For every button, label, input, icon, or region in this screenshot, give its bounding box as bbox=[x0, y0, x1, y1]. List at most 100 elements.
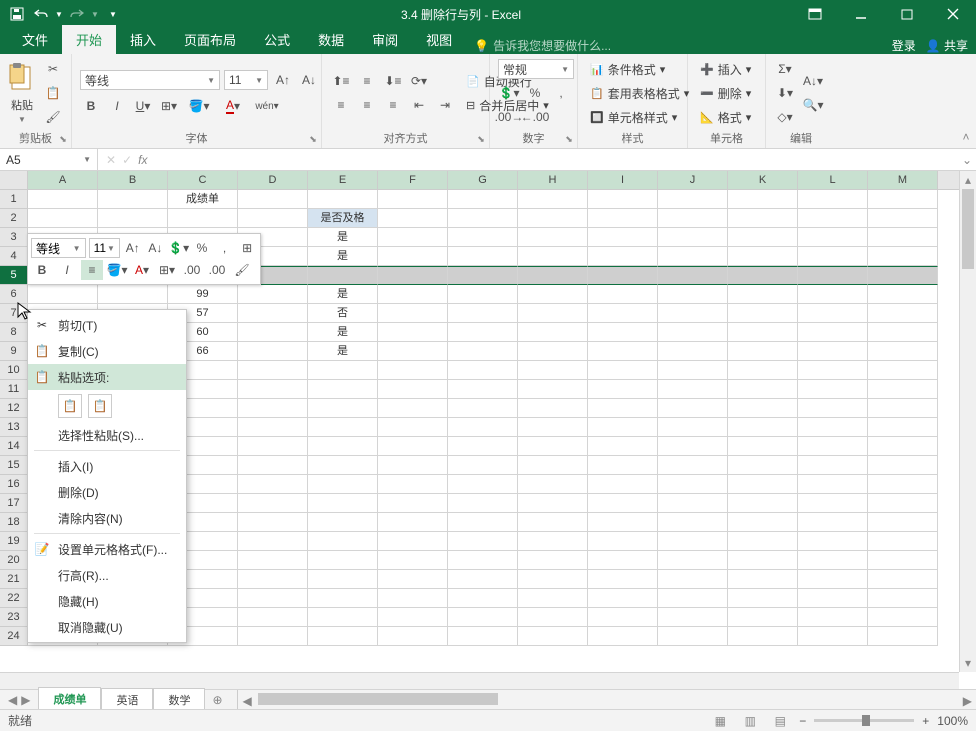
conditional-format-button[interactable]: 📊条件格式▾ bbox=[586, 59, 693, 79]
italic-icon[interactable]: I bbox=[106, 96, 128, 116]
font-name-combo[interactable]: 等线▼ bbox=[80, 70, 220, 90]
cell[interactable] bbox=[588, 323, 658, 342]
cell[interactable] bbox=[308, 570, 378, 589]
cell[interactable] bbox=[448, 456, 518, 475]
cell[interactable] bbox=[518, 399, 588, 418]
cell[interactable] bbox=[728, 627, 798, 646]
cell[interactable] bbox=[798, 209, 868, 228]
undo-dropdown-icon[interactable]: ▼ bbox=[54, 3, 64, 25]
autosum-icon[interactable]: Σ▾ bbox=[774, 59, 796, 79]
cell[interactable] bbox=[448, 513, 518, 532]
row-header[interactable]: 9 bbox=[0, 342, 27, 361]
cell[interactable] bbox=[238, 418, 308, 437]
col-header[interactable]: J bbox=[658, 171, 728, 189]
cell[interactable] bbox=[378, 570, 448, 589]
cell[interactable] bbox=[378, 627, 448, 646]
bold-icon[interactable]: B bbox=[80, 96, 102, 116]
cell[interactable] bbox=[798, 399, 868, 418]
row-header[interactable]: 13 bbox=[0, 418, 27, 437]
cell[interactable] bbox=[588, 456, 658, 475]
zoom-in-icon[interactable]: + bbox=[922, 714, 929, 728]
cell[interactable] bbox=[868, 570, 938, 589]
number-format-combo[interactable]: 常规▼ bbox=[498, 59, 574, 79]
mini-size-combo[interactable]: 11▼ bbox=[89, 238, 120, 258]
sheet-nav-prev-icon[interactable]: ◀ bbox=[8, 693, 17, 707]
cell[interactable] bbox=[798, 323, 868, 342]
delete-cells-button[interactable]: ➖删除▾ bbox=[696, 83, 755, 103]
cell[interactable] bbox=[448, 342, 518, 361]
align-bottom-icon[interactable]: ⬇≡ bbox=[382, 71, 404, 91]
font-size-combo[interactable]: 11▼ bbox=[224, 70, 268, 90]
cell[interactable] bbox=[518, 437, 588, 456]
cell[interactable] bbox=[238, 475, 308, 494]
cell[interactable] bbox=[728, 513, 798, 532]
col-header[interactable]: B bbox=[98, 171, 168, 189]
font-color-icon[interactable]: A▾ bbox=[218, 96, 248, 116]
col-header[interactable]: G bbox=[448, 171, 518, 189]
cell[interactable] bbox=[658, 513, 728, 532]
align-left-icon[interactable]: ≡ bbox=[330, 95, 352, 115]
cell[interactable] bbox=[588, 570, 658, 589]
cell[interactable] bbox=[448, 437, 518, 456]
hscroll-left-icon[interactable]: ◀ bbox=[242, 694, 251, 708]
cell[interactable] bbox=[448, 190, 518, 209]
cell[interactable] bbox=[588, 266, 658, 285]
tab-data[interactable]: 数据 bbox=[304, 25, 358, 54]
cell[interactable] bbox=[588, 418, 658, 437]
cell[interactable] bbox=[378, 437, 448, 456]
mini-inc-font-icon[interactable]: A↑ bbox=[123, 238, 143, 258]
ctx-clear[interactable]: 清除内容(N) bbox=[28, 505, 186, 531]
cell[interactable] bbox=[518, 475, 588, 494]
cell[interactable] bbox=[728, 285, 798, 304]
cell[interactable] bbox=[378, 361, 448, 380]
mini-italic-icon[interactable]: I bbox=[56, 260, 78, 280]
cell[interactable] bbox=[588, 209, 658, 228]
cell[interactable] bbox=[378, 456, 448, 475]
cell[interactable] bbox=[798, 608, 868, 627]
ctx-format-cells[interactable]: 📝设置单元格格式(F)... bbox=[28, 536, 186, 562]
tab-formula[interactable]: 公式 bbox=[250, 25, 304, 54]
cell[interactable] bbox=[658, 304, 728, 323]
align-center-icon[interactable]: ≡ bbox=[356, 95, 378, 115]
cell[interactable] bbox=[238, 494, 308, 513]
cell[interactable] bbox=[728, 209, 798, 228]
cell[interactable] bbox=[798, 228, 868, 247]
horizontal-scrollbar[interactable] bbox=[0, 672, 959, 689]
cell[interactable] bbox=[728, 190, 798, 209]
vertical-scrollbar[interactable]: ▴▾ bbox=[959, 171, 976, 672]
row-header[interactable]: 23 bbox=[0, 608, 27, 627]
cell[interactable] bbox=[98, 209, 168, 228]
cell[interactable] bbox=[168, 209, 238, 228]
row-header[interactable]: 17 bbox=[0, 494, 27, 513]
cell[interactable] bbox=[658, 285, 728, 304]
cut-icon[interactable]: ✂ bbox=[42, 59, 64, 79]
cell[interactable]: 是否及格 bbox=[308, 209, 378, 228]
cell[interactable] bbox=[238, 551, 308, 570]
col-header[interactable]: E bbox=[308, 171, 378, 189]
sheet-tab[interactable]: 英语 bbox=[101, 688, 153, 711]
cell[interactable] bbox=[798, 456, 868, 475]
cell[interactable]: 是 bbox=[308, 342, 378, 361]
font-launcher-icon[interactable]: ⬊ bbox=[307, 134, 319, 146]
cell[interactable] bbox=[728, 608, 798, 627]
cell[interactable] bbox=[658, 475, 728, 494]
cell[interactable] bbox=[238, 532, 308, 551]
cell[interactable] bbox=[98, 285, 168, 304]
row-header[interactable]: 8 bbox=[0, 323, 27, 342]
cell[interactable]: 是 bbox=[308, 323, 378, 342]
page-break-view-icon[interactable]: ▤ bbox=[769, 712, 791, 730]
cell[interactable] bbox=[448, 627, 518, 646]
cell[interactable] bbox=[238, 608, 308, 627]
ctx-hide[interactable]: 隐藏(H) bbox=[28, 588, 186, 614]
mini-border2-icon[interactable]: ⊞▾ bbox=[156, 260, 178, 280]
row-header[interactable]: 21 bbox=[0, 570, 27, 589]
paste-button[interactable]: 粘贴 ▼ bbox=[8, 58, 36, 128]
name-box[interactable]: A5▼ bbox=[0, 149, 98, 171]
cell[interactable] bbox=[868, 228, 938, 247]
cell[interactable] bbox=[658, 589, 728, 608]
cell[interactable] bbox=[378, 247, 448, 266]
cell[interactable] bbox=[798, 342, 868, 361]
col-header[interactable]: D bbox=[238, 171, 308, 189]
cell[interactable] bbox=[588, 342, 658, 361]
cell[interactable] bbox=[378, 190, 448, 209]
